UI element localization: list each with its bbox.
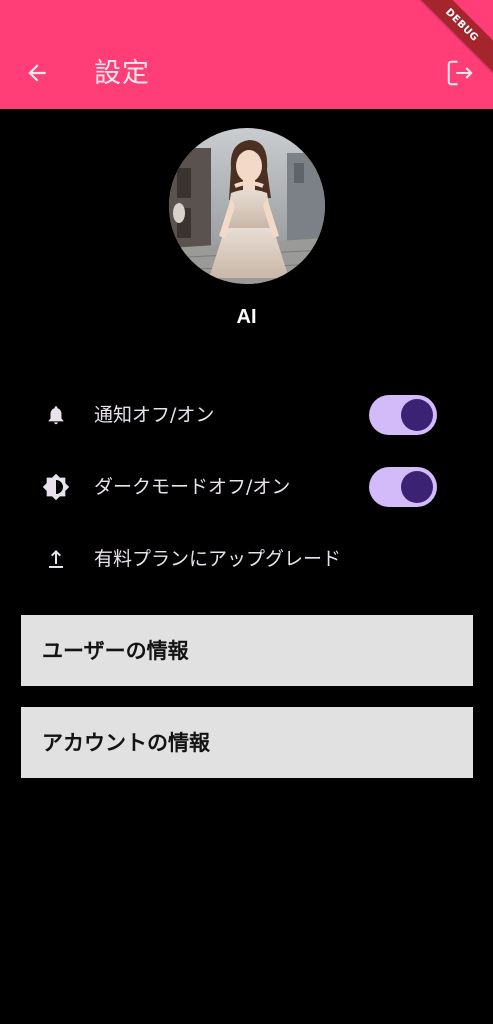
logout-icon — [447, 60, 473, 86]
toggle-knob — [401, 399, 433, 431]
notifications-toggle[interactable] — [369, 395, 437, 435]
debug-banner-label: DEBUG — [443, 6, 481, 44]
arrow-left-icon — [28, 64, 46, 82]
notifications-label: 通知オフ/オン — [94, 404, 215, 426]
profile-name: AI — [236, 306, 257, 328]
user-info-button[interactable]: ユーザーの情報 — [21, 615, 473, 686]
dark-mode-row: ダークモードオフ/オン — [0, 461, 493, 511]
page-title: 設定 — [94, 58, 150, 89]
notifications-row: 通知オフ/オン — [0, 389, 493, 439]
account-info-button[interactable]: アカウントの情報 — [21, 707, 473, 778]
brightness-icon — [42, 473, 70, 501]
avatar — [169, 128, 325, 284]
toggle-knob — [401, 471, 433, 503]
app-bar: 設定 DEBUG — [0, 0, 493, 109]
account-info-label: アカウントの情報 — [42, 731, 210, 755]
back-button[interactable] — [20, 56, 54, 90]
user-info-label: ユーザーの情報 — [42, 639, 189, 663]
profile-photo — [169, 128, 325, 284]
upgrade-row[interactable]: 有料プランにアップグレード — [0, 533, 493, 583]
upgrade-label: 有料プランにアップグレード — [94, 548, 342, 570]
bell-icon — [42, 401, 70, 429]
logout-button[interactable] — [443, 56, 477, 90]
dark-mode-toggle[interactable] — [369, 467, 437, 507]
upload-icon — [42, 545, 70, 573]
dark-mode-label: ダークモードオフ/オン — [94, 476, 291, 498]
